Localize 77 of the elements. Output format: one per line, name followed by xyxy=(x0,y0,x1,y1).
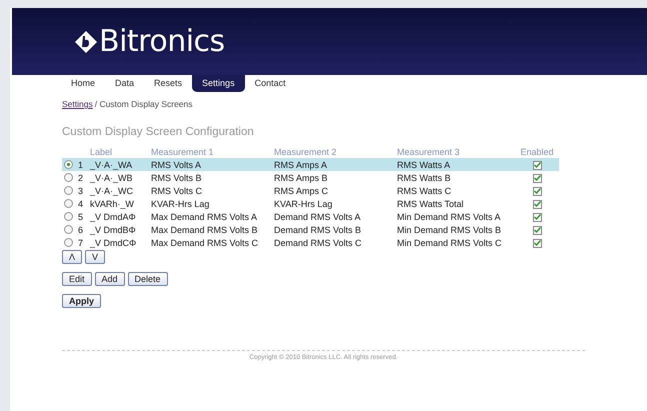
table-row[interactable]: 6 _V DmdBΦ Max Demand RMS Volts B Demand RMS Volts B Min Demand RMS Volts B xyxy=(62,223,559,236)
table-cell: _V·A·_WC xyxy=(90,186,134,196)
column-header: Measurement 1 xyxy=(151,147,214,157)
checkbox[interactable] xyxy=(532,174,542,183)
table-cell: Max Demand RMS Volts A xyxy=(151,212,258,222)
nav-tab[interactable]: Data xyxy=(105,75,144,92)
table-cell: Demand RMS Volts B xyxy=(274,224,362,234)
table-cell: _V DmdAΦ xyxy=(90,212,136,222)
apply-button[interactable]: Apply xyxy=(62,294,102,308)
radio-button[interactable] xyxy=(64,212,73,221)
table-cell: _V·A·_WB xyxy=(90,172,133,182)
diamond-logo-icon xyxy=(75,30,97,52)
checkbox[interactable] xyxy=(532,186,542,196)
table-cell: Demand RMS Volts A xyxy=(274,212,361,222)
table-cell: RMS Volts C xyxy=(151,186,202,196)
radio-button[interactable] xyxy=(64,225,73,234)
table-cell: RMS Watts Total xyxy=(397,198,464,208)
table-cell: RMS Volts A xyxy=(151,160,202,170)
radio-button[interactable] xyxy=(64,173,73,182)
row-number: 2 xyxy=(78,172,84,182)
table-row[interactable]: 5 _V DmdAΦ Max Demand RMS Volts A Demand RMS Volts A Min Demand RMS Volts A xyxy=(62,210,559,223)
table-cell: Max Demand RMS Volts B xyxy=(151,224,258,234)
table-cell: _V DmdCΦ xyxy=(90,238,136,248)
column-header: Enabled xyxy=(520,147,554,157)
table-cell: kVARh·_W xyxy=(90,198,134,208)
column-header: Measurement 3 xyxy=(397,147,460,157)
logo-text: Bitronics xyxy=(99,24,225,59)
table-row[interactable]: 3 _V·A·_WC RMS Volts C RMS Amps C RMS Watts C xyxy=(62,184,559,197)
table-row[interactable]: 1 _V·A·_WA RMS Volts A RMS Amps A RMS Watts A xyxy=(62,158,559,171)
table-cell: KVAR-Hrs Lag xyxy=(274,198,332,208)
table-cell: _V DmdBΦ xyxy=(90,224,136,234)
nav-tab[interactable]: Home xyxy=(61,75,106,92)
radio-button[interactable] xyxy=(64,160,73,169)
nav-tab[interactable]: Resets xyxy=(144,75,192,92)
row-number: 6 xyxy=(78,224,84,234)
row-number: 4 xyxy=(78,198,84,208)
action-button[interactable]: Add xyxy=(94,272,125,286)
row-number: 5 xyxy=(78,212,84,222)
table-cell: Max Demand RMS Volts C xyxy=(151,238,258,248)
checkbox[interactable] xyxy=(532,226,542,235)
breadcrumb-link[interactable]: Settings xyxy=(62,99,93,109)
table-row[interactable]: 2 _V·A·_WB RMS Volts B RMS Amps B RMS Watts B xyxy=(62,171,559,184)
table-cell: RMS Amps A xyxy=(274,160,328,170)
row-number: 1 xyxy=(78,160,84,170)
checkbox[interactable] xyxy=(532,212,542,222)
table-cell: RMS Watts B xyxy=(397,172,451,182)
table-row[interactable]: 4 kVARh·_W KVAR-Hrs Lag KVAR-Hrs Lag RMS Watts Total xyxy=(62,197,559,210)
table-cell: RMS Watts A xyxy=(397,160,450,170)
checkbox[interactable] xyxy=(532,238,542,248)
table-cell: RMS Watts C xyxy=(397,186,452,196)
checkbox[interactable] xyxy=(532,160,542,170)
column-header: Label xyxy=(90,147,112,157)
row-number: 7 xyxy=(78,238,84,248)
table-cell: RMS Amps B xyxy=(274,172,328,182)
table-cell: RMS Amps C xyxy=(274,186,328,196)
move-button[interactable]: V xyxy=(85,250,106,264)
radio-button[interactable] xyxy=(64,186,73,195)
nav-tab[interactable]: Settings xyxy=(192,75,245,92)
table-cell: Min Demand RMS Volts B xyxy=(397,224,502,234)
table-cell: Min Demand RMS Volts C xyxy=(397,238,502,248)
table-cell: _V·A·_WA xyxy=(90,160,132,170)
checkbox[interactable] xyxy=(532,200,542,209)
radio-button[interactable] xyxy=(64,238,73,247)
breadcrumb-current: / Custom Display Screens xyxy=(94,99,193,109)
table-row[interactable]: 7 _V DmdCΦ Max Demand RMS Volts C Demand RMS Volts C Min Demand RMS Volts C xyxy=(62,236,559,249)
page-title: Custom Display Screen Configuration xyxy=(62,126,255,138)
action-button[interactable]: Delete xyxy=(128,272,168,286)
column-header: Measurement 2 xyxy=(274,147,337,157)
move-button[interactable]: Λ xyxy=(62,250,82,264)
table-cell: Demand RMS Volts C xyxy=(274,238,362,248)
table-cell: RMS Volts B xyxy=(151,172,202,182)
radio-button[interactable] xyxy=(64,199,73,208)
table-cell: Min Demand RMS Volts A xyxy=(397,212,501,222)
action-button[interactable]: Edit xyxy=(62,272,92,286)
table-cell: KVAR-Hrs Lag xyxy=(151,198,210,208)
row-number: 3 xyxy=(78,186,84,196)
nav-tab[interactable]: Contact xyxy=(244,75,296,92)
